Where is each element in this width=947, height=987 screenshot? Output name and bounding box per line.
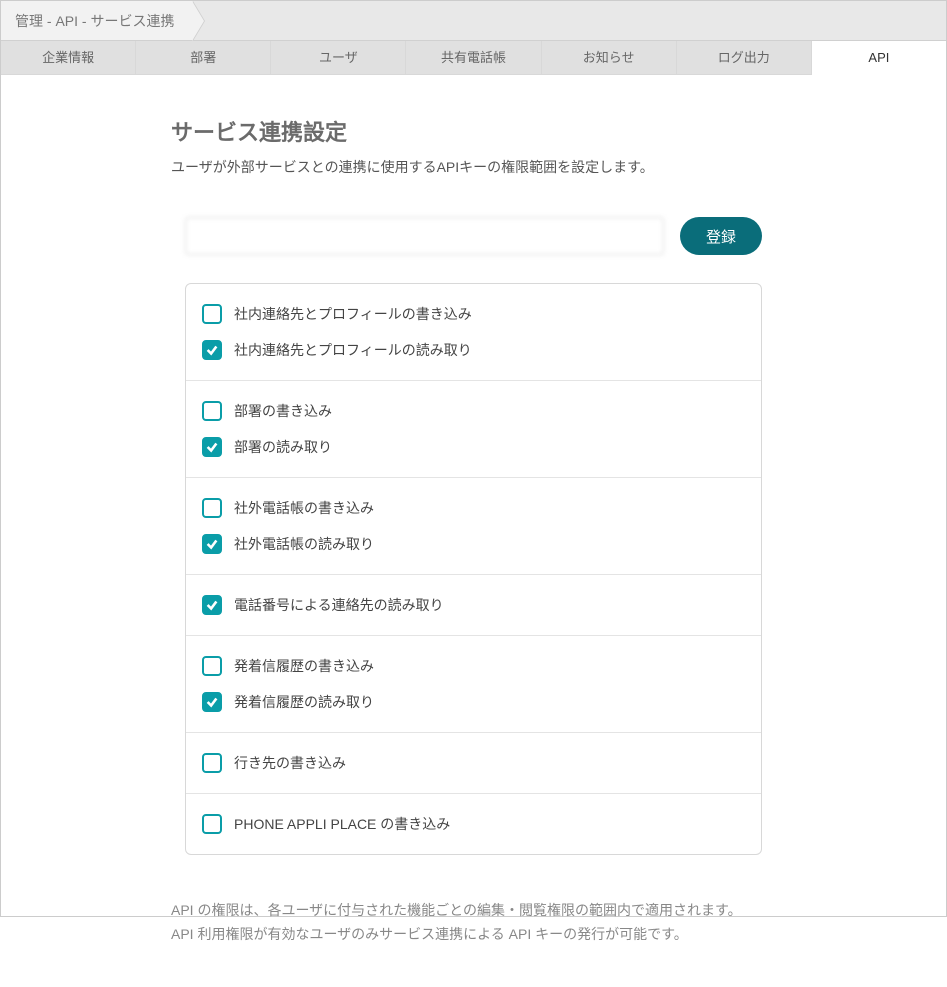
submit-button[interactable]: 登録	[680, 217, 762, 255]
perm-item[interactable]: 社外電話帳の書き込み	[194, 490, 753, 526]
perm-group: 社内連絡先とプロフィールの書き込み社内連絡先とプロフィールの読み取り	[186, 284, 761, 381]
tab-4[interactable]: お知らせ	[542, 41, 677, 74]
main-content: サービス連携設定 ユーザが外部サービスとの連携に使用するAPIキーの権限範囲を設…	[1, 75, 946, 987]
perm-label: 社外電話帳の読み取り	[234, 534, 374, 554]
checkbox-icon[interactable]	[202, 304, 222, 324]
service-name-input[interactable]	[185, 217, 664, 255]
perm-label: 社内連絡先とプロフィールの書き込み	[234, 304, 472, 324]
perm-item[interactable]: 部署の書き込み	[194, 393, 753, 429]
perm-item[interactable]: 発着信履歴の書き込み	[194, 648, 753, 684]
tab-0[interactable]: 企業情報	[1, 41, 136, 74]
perm-item[interactable]: 発着信履歴の読み取り	[194, 684, 753, 720]
perm-item[interactable]: 電話番号による連絡先の読み取り	[194, 587, 753, 623]
checkbox-icon[interactable]	[202, 814, 222, 834]
checkbox-icon[interactable]	[202, 534, 222, 554]
tab-bar: 企業情報部署ユーザ共有電話帳お知らせログ出力API	[1, 41, 946, 75]
breadcrumb[interactable]: 管理 - API - サービス連携	[1, 1, 192, 40]
checkbox-icon[interactable]	[202, 401, 222, 421]
perm-label: 社外電話帳の書き込み	[234, 498, 374, 518]
perm-group: PHONE APPLI PLACE の書き込み	[186, 794, 761, 854]
checkbox-icon[interactable]	[202, 437, 222, 457]
perm-item[interactable]: PHONE APPLI PLACE の書き込み	[194, 806, 753, 842]
footnote-line: API の権限は、各ユーザに付与された機能ごとの編集・閲覧権限の範囲内で適用され…	[171, 899, 776, 923]
perm-group: 発着信履歴の書き込み発着信履歴の読み取り	[186, 636, 761, 733]
footnote-line: API 利用権限が有効なユーザのみサービス連携による API キーの発行が可能で…	[171, 923, 776, 947]
perm-group: 行き先の書き込み	[186, 733, 761, 794]
tab-5[interactable]: ログ出力	[677, 41, 812, 74]
footnote: API の権限は、各ユーザに付与された機能ごとの編集・閲覧権限の範囲内で適用され…	[171, 899, 776, 947]
perm-item[interactable]: 社内連絡先とプロフィールの読み取り	[194, 332, 753, 368]
page-title: サービス連携設定	[171, 115, 776, 147]
perm-label: 社内連絡先とプロフィールの読み取り	[234, 340, 472, 360]
perm-label: 発着信履歴の読み取り	[234, 692, 374, 712]
perm-item[interactable]: 社外電話帳の読み取り	[194, 526, 753, 562]
tab-1[interactable]: 部署	[136, 41, 271, 74]
breadcrumb-bar: 管理 - API - サービス連携	[1, 1, 946, 41]
perm-item[interactable]: 社内連絡先とプロフィールの書き込み	[194, 296, 753, 332]
checkbox-icon[interactable]	[202, 498, 222, 518]
tab-6[interactable]: API	[812, 41, 946, 75]
perm-group: 部署の書き込み部署の読み取り	[186, 381, 761, 478]
perm-item[interactable]: 行き先の書き込み	[194, 745, 753, 781]
perm-label: 電話番号による連絡先の読み取り	[234, 595, 444, 615]
perm-group: 電話番号による連絡先の読み取り	[186, 575, 761, 636]
breadcrumb-label: 管理 - API - サービス連携	[15, 11, 174, 31]
checkbox-icon[interactable]	[202, 753, 222, 773]
perm-label: 部署の読み取り	[234, 437, 332, 457]
perm-item[interactable]: 部署の読み取り	[194, 429, 753, 465]
checkbox-icon[interactable]	[202, 656, 222, 676]
perm-group: 社外電話帳の書き込み社外電話帳の読み取り	[186, 478, 761, 575]
checkbox-icon[interactable]	[202, 340, 222, 360]
tab-2[interactable]: ユーザ	[271, 41, 406, 74]
permissions-box: 社内連絡先とプロフィールの書き込み社内連絡先とプロフィールの読み取り部署の書き込…	[185, 283, 762, 855]
tab-3[interactable]: 共有電話帳	[406, 41, 541, 74]
perm-label: 発着信履歴の書き込み	[234, 656, 374, 676]
checkbox-icon[interactable]	[202, 692, 222, 712]
register-row: 登録	[171, 217, 776, 255]
perm-label: 行き先の書き込み	[234, 753, 346, 773]
perm-label: PHONE APPLI PLACE の書き込み	[234, 814, 450, 834]
page-description: ユーザが外部サービスとの連携に使用するAPIキーの権限範囲を設定します。	[171, 157, 776, 177]
checkbox-icon[interactable]	[202, 595, 222, 615]
perm-label: 部署の書き込み	[234, 401, 332, 421]
